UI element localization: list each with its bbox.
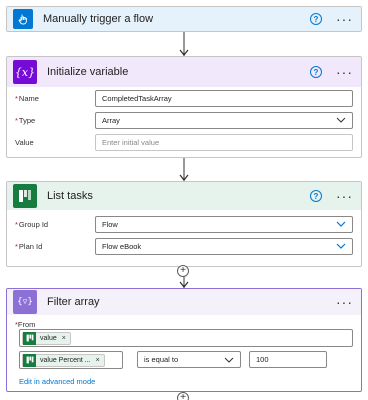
name-label: *Name: [15, 93, 39, 103]
value-row: Value Enter initial value: [15, 133, 353, 151]
trigger-header[interactable]: Manually trigger a flow ? ···: [7, 7, 361, 31]
name-input[interactable]: CompletedTaskArray: [95, 89, 353, 107]
more-options-icon[interactable]: ···: [336, 12, 353, 26]
filter-array-title: Filter array: [47, 296, 100, 308]
trigger-title: Manually trigger a flow: [43, 13, 154, 25]
value-percent-token[interactable]: value Percent ... ×: [22, 353, 105, 367]
initialize-variable-header[interactable]: {x} Initialize variable ? ···: [7, 57, 361, 87]
operator-select[interactable]: is equal to: [137, 351, 241, 368]
help-icon[interactable]: ?: [310, 190, 322, 202]
filter-icon: {▿}: [13, 290, 37, 314]
plan-id-select[interactable]: Flow eBook: [95, 237, 353, 255]
help-icon[interactable]: ?: [310, 13, 322, 25]
condition-right-input[interactable]: 100: [249, 351, 327, 368]
add-step-button[interactable]: +: [177, 265, 189, 277]
chevron-down-icon: [224, 357, 234, 363]
plan-id-row: *Plan Id Flow eBook: [15, 237, 353, 255]
list-tasks-title: List tasks: [47, 190, 93, 202]
more-options-icon[interactable]: ···: [336, 65, 353, 79]
group-id-row: *Group Id Flow: [15, 215, 353, 233]
name-row: *Name CompletedTaskArray: [15, 89, 353, 107]
initialize-variable-title: Initialize variable: [47, 66, 129, 78]
planner-icon: [23, 331, 36, 345]
arrow-head-icon: [179, 174, 189, 181]
arrow-head-icon: [179, 281, 189, 288]
type-label: *Type: [15, 115, 36, 125]
more-options-icon[interactable]: ···: [336, 189, 353, 203]
filter-array-card[interactable]: {▿} Filter array ··· *From value × value…: [6, 288, 362, 392]
type-select[interactable]: Array: [95, 111, 353, 129]
list-tasks-card[interactable]: List tasks ? ··· *Group Id Flow *Plan Id…: [6, 181, 362, 267]
plan-id-label: *Plan Id: [15, 241, 43, 251]
condition-left-input[interactable]: value Percent ... ×: [19, 351, 123, 369]
remove-token-icon[interactable]: ×: [62, 335, 66, 342]
filter-array-header[interactable]: {▿} Filter array ···: [7, 289, 361, 315]
more-options-icon[interactable]: ···: [336, 295, 353, 309]
initialize-variable-card[interactable]: {x} Initialize variable ? ··· *Name Comp…: [6, 56, 362, 158]
value-input[interactable]: Enter initial value: [95, 133, 353, 151]
value-token[interactable]: value ×: [22, 331, 71, 345]
from-label: *From: [15, 320, 36, 329]
type-row: *Type Array: [15, 111, 353, 129]
hand-touch-icon: [13, 9, 33, 29]
group-id-label: *Group Id: [15, 219, 49, 229]
group-id-select[interactable]: Flow: [95, 215, 353, 233]
planner-icon: [23, 353, 36, 367]
arrow-head-icon: [179, 49, 189, 56]
list-tasks-header[interactable]: List tasks ? ···: [7, 182, 361, 210]
chevron-down-icon: [336, 243, 346, 249]
chevron-down-icon: [336, 221, 346, 227]
variable-icon: {x}: [13, 60, 37, 84]
remove-token-icon[interactable]: ×: [96, 357, 100, 364]
help-icon[interactable]: ?: [310, 66, 322, 78]
chevron-down-icon: [336, 117, 346, 123]
add-step-button[interactable]: +: [177, 392, 189, 400]
from-input[interactable]: value ×: [19, 329, 353, 347]
planner-icon: [13, 184, 37, 208]
value-label: Value: [15, 137, 34, 147]
edit-advanced-mode-link[interactable]: Edit in advanced mode: [19, 377, 95, 386]
trigger-card[interactable]: Manually trigger a flow ? ···: [6, 6, 362, 32]
